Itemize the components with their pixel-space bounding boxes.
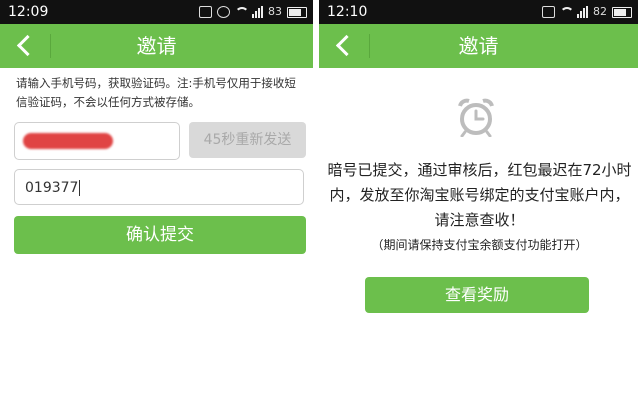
status-icons: 82 [542, 0, 632, 24]
confirmation-message: 暗号已提交，通过审核后，红包最迟在72小时内，发放至你淘宝账号绑定的支付宝账户内… [327, 161, 632, 229]
signal-icon [252, 6, 263, 18]
download-icon [217, 6, 230, 18]
page-title: 邀请 [136, 34, 177, 58]
phone-number-input[interactable] [14, 122, 180, 160]
wifi-icon [560, 7, 574, 17]
status-bar: 12:10 82 [319, 0, 638, 24]
redacted-phone-number [23, 133, 113, 149]
left-screen: 12:09 83 邀请 请输入手机号码，获取验证码。注:手机号仅用于接收短信验证… [0, 0, 313, 418]
status-bar: 12:09 83 [0, 0, 313, 24]
submit-button[interactable]: 确认提交 [14, 216, 306, 254]
text-cursor [79, 180, 81, 196]
page-title: 邀请 [458, 34, 499, 58]
instructions-text: 请输入手机号码，获取验证码。注:手机号仅用于接收短信验证码，不会以任何方式被存储… [16, 76, 296, 109]
app-bar: 邀请 [319, 24, 638, 68]
right-screen: 12:10 82 邀请 暗号已提交，通过审核后，红包最迟在72小时内，发放至你淘… [319, 0, 638, 418]
verification-code-input[interactable]: 019377 [14, 169, 304, 205]
image-notification-icon [199, 6, 212, 18]
status-time: 12:10 [327, 4, 368, 20]
verification-code-value: 019377 [25, 180, 79, 196]
view-reward-button[interactable]: 查看奖励 [365, 277, 589, 313]
battery-percent: 82 [593, 5, 607, 18]
status-icons: 83 [199, 0, 307, 24]
signal-icon [577, 6, 588, 18]
message-notification-icon [542, 6, 555, 18]
app-bar: 邀请 [0, 24, 313, 68]
battery-icon [612, 6, 632, 18]
battery-icon [287, 6, 307, 18]
status-time: 12:09 [8, 4, 49, 20]
battery-percent: 83 [268, 5, 282, 18]
alarm-clock-icon [458, 98, 494, 137]
confirmation-note: （期间请保持支付宝余额支付功能打开） [371, 238, 588, 252]
resend-code-button[interactable]: 45秒重新发送 [189, 122, 306, 158]
wifi-icon [235, 7, 249, 17]
